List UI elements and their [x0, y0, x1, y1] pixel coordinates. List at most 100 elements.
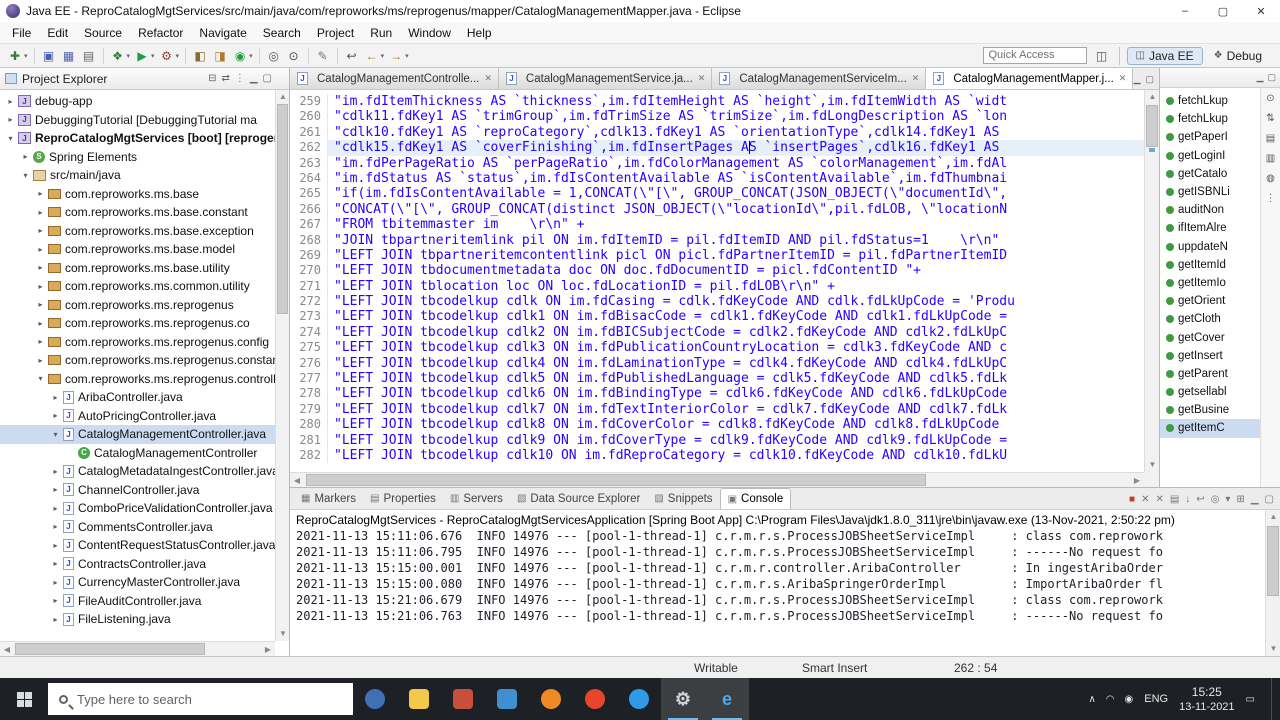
- code-line[interactable]: 272 "LEFT JOIN tbcodelkup cdlk ON im.fdCa…: [290, 294, 1144, 310]
- menu-edit[interactable]: Edit: [39, 23, 76, 43]
- outline-item[interactable]: ifItemAlre: [1160, 219, 1260, 237]
- close-button[interactable]: ✕: [1242, 0, 1280, 22]
- hide-static-members-icon[interactable]: ▥: [1266, 153, 1275, 164]
- outline-item[interactable]: getPaperI: [1160, 128, 1260, 146]
- word-wrap-icon[interactable]: ↩: [1196, 494, 1204, 505]
- expand-arrow-icon[interactable]: ▸: [49, 467, 62, 476]
- new-class-icon[interactable]: ◉: [231, 47, 249, 65]
- editor-hscrollbar[interactable]: ◀ ▶: [290, 472, 1144, 487]
- menu-refactor[interactable]: Refactor: [130, 23, 191, 43]
- code-line[interactable]: 259 "im.fdItemThickness AS `thickness`,im…: [290, 94, 1144, 110]
- minimize-view-icon[interactable]: ▁: [1257, 72, 1264, 83]
- expand-arrow-icon[interactable]: ▸: [34, 263, 47, 272]
- tree-item[interactable]: ▸ J AutoPricingController.java: [0, 407, 275, 426]
- expand-arrow-icon[interactable]: ▸: [34, 282, 47, 291]
- open-console-icon[interactable]: ⊞: [1236, 494, 1244, 505]
- scroll-left-arrow-icon[interactable]: ◀: [290, 473, 304, 487]
- tree-item[interactable]: ▸ J FileAuditController.java: [0, 592, 275, 611]
- tree-item[interactable]: ▸ com.reproworks.ms.base.model: [0, 240, 275, 259]
- clear-console-icon[interactable]: ▤: [1170, 494, 1179, 505]
- tree-item[interactable]: ▸ J ContractsController.java: [0, 555, 275, 574]
- action-center-icon[interactable]: ▭: [1246, 694, 1255, 705]
- overview-ruler-mark[interactable]: [1149, 148, 1155, 152]
- outline-item[interactable]: fetchLkup: [1160, 110, 1260, 128]
- annotations-icon[interactable]: ✎: [314, 47, 332, 65]
- outline-item[interactable]: getsellabl: [1160, 383, 1260, 401]
- collapse-arrow-icon[interactable]: ▾: [19, 171, 32, 180]
- code-line[interactable]: 281 "LEFT JOIN tbcodelkup cdlk9 ON im.fdC…: [290, 432, 1144, 448]
- tree-item[interactable]: ▸ com.reproworks.ms.base.constant: [0, 203, 275, 222]
- tree-item[interactable]: ▾ src/main/java: [0, 166, 275, 185]
- run-external-tools-icon-dropdown[interactable]: ▾: [176, 52, 180, 60]
- tree-item[interactable]: ▸ com.reproworks.ms.base.exception: [0, 222, 275, 241]
- scroll-right-arrow-icon[interactable]: ▶: [1130, 473, 1144, 487]
- new-class-icon-dropdown[interactable]: ▾: [249, 52, 253, 60]
- expand-arrow-icon[interactable]: ▸: [49, 485, 62, 494]
- scroll-right-arrow-icon[interactable]: ▶: [261, 642, 275, 657]
- outline-item[interactable]: getItemIo: [1160, 274, 1260, 292]
- outline-item[interactable]: auditNon: [1160, 201, 1260, 219]
- hide-fields-icon[interactable]: ▤: [1266, 133, 1275, 144]
- tree-item[interactable]: ▸ com.reproworks.ms.reprogenus.co: [0, 314, 275, 333]
- pin-console-icon[interactable]: ◎: [1211, 494, 1220, 505]
- outline-item[interactable]: getLoginI: [1160, 147, 1260, 165]
- outline-item[interactable]: uppdateN: [1160, 238, 1260, 256]
- scroll-down-arrow-icon[interactable]: ▼: [1145, 458, 1159, 472]
- outline-item[interactable]: getItemC: [1160, 419, 1260, 438]
- expand-arrow-icon[interactable]: ▸: [34, 337, 47, 346]
- taskbar-search[interactable]: Type here to search: [48, 683, 353, 715]
- menu-window[interactable]: Window: [400, 23, 459, 43]
- taskbar-file-explorer-icon[interactable]: [397, 678, 441, 720]
- run-external-tools-icon[interactable]: ⚙: [158, 47, 176, 65]
- scroll-up-arrow-icon[interactable]: ▲: [276, 90, 290, 104]
- code-line[interactable]: 278 "LEFT JOIN tbcodelkup cdlk6 ON im.fdB…: [290, 386, 1144, 402]
- menu-navigate[interactable]: Navigate: [191, 23, 254, 43]
- close-tab-icon[interactable]: ✕: [1119, 73, 1127, 84]
- scroll-lock-icon[interactable]: ↓: [1185, 494, 1190, 505]
- taskbar-eclipse-icon[interactable]: ⚙: [661, 678, 705, 720]
- tree-item[interactable]: ▸ J AribaController.java: [0, 388, 275, 407]
- code-line[interactable]: 276 "LEFT JOIN tbcodelkup cdlk4 ON im.fdL…: [290, 355, 1144, 372]
- taskbar-cortana-icon[interactable]: [353, 678, 397, 720]
- collapse-all-icon[interactable]: ⊟: [208, 73, 216, 84]
- menu-run[interactable]: Run: [362, 23, 400, 43]
- code-line[interactable]: 282 "LEFT JOIN tbcodelkup cdlk10 ON im.fd…: [290, 447, 1144, 464]
- view-menu-icon[interactable]: ⋮: [1266, 193, 1276, 204]
- scroll-down-arrow-icon[interactable]: ▼: [276, 627, 290, 641]
- expand-arrow-icon[interactable]: ▸: [34, 300, 47, 309]
- expand-arrow-icon[interactable]: ▸: [4, 115, 17, 124]
- code-line[interactable]: 275 "LEFT JOIN tbcodelkup cdlk3 ON im.fdP…: [290, 340, 1144, 356]
- taskbar-app2-icon[interactable]: [485, 678, 529, 720]
- expand-arrow-icon[interactable]: ▸: [4, 97, 17, 106]
- outline-item[interactable]: getParent: [1160, 365, 1260, 383]
- print-icon[interactable]: ▤: [80, 47, 98, 65]
- expand-arrow-icon[interactable]: ▸: [34, 208, 47, 217]
- hidden-icons-chevron[interactable]: ∧: [1088, 694, 1095, 705]
- back-icon[interactable]: ←: [363, 47, 381, 65]
- editor-tab[interactable]: J CatalogManagementServiceIm... ✕: [712, 68, 927, 89]
- minimize-view-icon[interactable]: ▁: [250, 73, 258, 84]
- outline-item[interactable]: getCatalo: [1160, 165, 1260, 183]
- new-java-project-icon[interactable]: ◧: [191, 47, 209, 65]
- tree-item[interactable]: ▸ J CatalogMetadataIngestController.java: [0, 462, 278, 481]
- menu-search[interactable]: Search: [255, 23, 309, 43]
- tree-item[interactable]: ▸ com.reproworks.ms.reprogenus.constant: [0, 351, 282, 370]
- editor-tab[interactable]: J CatalogManagementControlle... ✕: [290, 68, 499, 89]
- maximize-view-icon[interactable]: ▢: [1267, 72, 1276, 83]
- code-line[interactable]: 266 "CONCAT(\"[\", GROUP_CONCAT(distinct …: [290, 201, 1144, 218]
- tree-item[interactable]: ▸ J CommentsController.java: [0, 518, 275, 537]
- maximize-view-icon[interactable]: ▢: [1265, 494, 1274, 505]
- run-icon[interactable]: ▶: [133, 47, 151, 65]
- remove-launch-icon[interactable]: ✕: [1141, 494, 1149, 505]
- code-line[interactable]: 262 "cdlk15.fdKey1 AS `coverFinishing`,im…: [290, 140, 1144, 156]
- menu-help[interactable]: Help: [459, 23, 500, 43]
- new-wizard-icon-dropdown[interactable]: ▾: [24, 52, 28, 60]
- code-line[interactable]: 271 "LEFT JOIN tblocation loc ON loc.fdLo…: [290, 278, 1144, 295]
- close-tab-icon[interactable]: ✕: [484, 73, 492, 84]
- tray-network-icon[interactable]: ◠: [1106, 694, 1115, 705]
- tab-servers[interactable]: ▥ Servers: [443, 488, 510, 509]
- console-vscrollbar[interactable]: ▲ ▼: [1265, 510, 1280, 656]
- collapse-arrow-icon[interactable]: ▾: [49, 430, 62, 439]
- outline-item[interactable]: getISBNLi: [1160, 183, 1260, 201]
- view-menu-icon[interactable]: ⋮: [235, 73, 245, 84]
